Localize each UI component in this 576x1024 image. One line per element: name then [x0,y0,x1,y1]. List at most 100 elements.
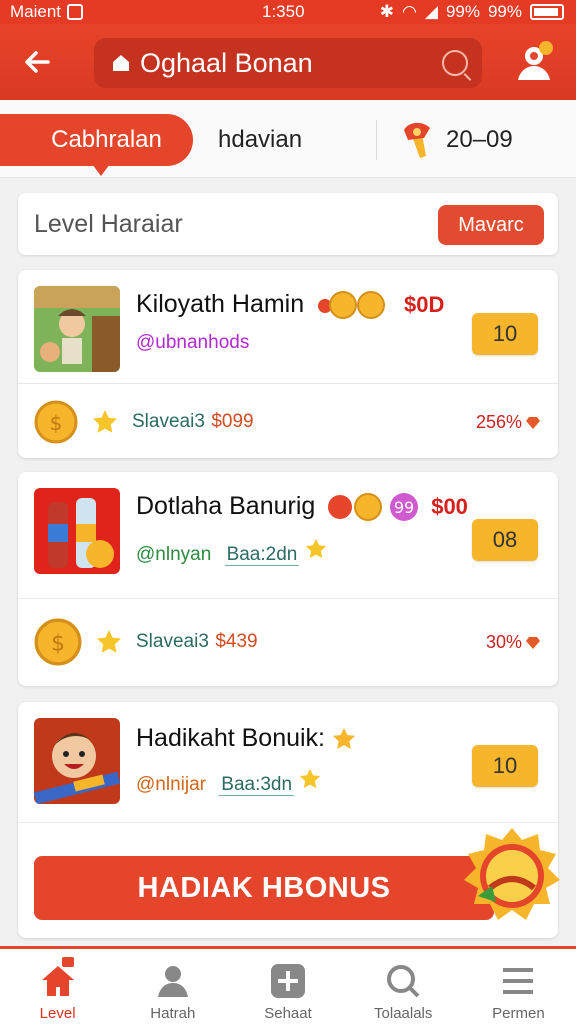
signal-percent: 99% [445,2,480,21]
back-button[interactable] [18,42,58,82]
star-icon [332,728,356,750]
search-icon[interactable] [442,50,468,76]
offer-handle-row: @nlnyan Baa:2dn [136,538,327,566]
coin-stack: 99 [328,492,420,522]
notification-dot [62,957,74,967]
offer-percent: 256% [476,412,540,433]
user-icon [157,966,188,997]
offer-thumbnail [34,718,120,804]
tab-divider [376,120,377,160]
offer-handle: @nlnyan [136,544,212,565]
tab-bar: Cabhralan hdavian 20–09 [0,100,576,178]
status-icons: ✱ ◠ ◢ 99% 99% [380,2,564,22]
coin-icon: $ [34,618,82,666]
score-value: 20–09 [446,126,513,153]
page-title: Oghaal Bonan [140,47,313,78]
offer-card[interactable]: Dotlaha Banurig 99 $00 @nlnyan Baa:2dn 0… [18,472,558,686]
tab-indicator [92,164,110,176]
tab-cabhralan[interactable]: Cabhralan [0,114,193,166]
coin-icon [318,291,386,320]
coin-icon: 99 [328,493,419,522]
gem-icon [526,636,540,649]
nav-sehaat[interactable]: Sehaat [230,949,345,1024]
footer-label: Slaveai3 [132,411,205,432]
star-icon [305,538,326,559]
offer-tag: Baa:2dn [224,544,300,566]
nav-tolaalals[interactable]: Tolaalals [346,949,461,1024]
offer-title: Hadikaht Bonuik: [136,724,326,752]
offer-title: Kiloyath Hamin [136,290,305,318]
search-bar[interactable]: Oghaal Bonan [94,38,482,88]
offer-handle-row: @nlnijar Baa:3dn [136,768,321,796]
level-bar: Level Haraiar Mavarc [18,193,558,255]
level-action-button[interactable]: Mavarc [438,205,544,245]
profile-icon[interactable] [510,38,558,86]
tab-hdavian[interactable]: hdavian [218,126,302,154]
battery-icon [530,4,564,20]
menu-icon [503,968,534,994]
nav-hatrah[interactable]: Hatrah [115,949,230,1024]
nav-permen[interactable]: Permen [461,949,576,1024]
offer-thumbnail [34,286,120,372]
offer-title: Dotlaha Banurig [136,492,316,520]
cellular-icon: ◢ [424,2,438,21]
coin-icon: $ [34,400,78,444]
offer-thumbnail [34,488,120,574]
battery-percent: 99% [487,2,522,21]
plus-icon [271,964,305,998]
offer-title-row: Hadikaht Bonuik: [136,724,356,753]
star-icon [93,410,117,433]
offer-badge[interactable]: 10 [472,745,538,787]
back-arrow-icon [25,51,50,73]
level-label: Level Haraiar [34,210,183,238]
card-divider [18,383,558,384]
bottom-nav: Level Hatrah Sehaat Tolaalals Permen [0,946,576,1024]
score-display: 20–09 [400,120,513,160]
offer-badge[interactable]: 10 [472,313,538,355]
star-icon [97,630,121,653]
carrier-name: Maient [10,2,62,21]
gem-icon [526,416,540,429]
svg-text:$: $ [51,632,65,657]
nav-label: Tolaalals [374,1005,433,1022]
footer-label: Slaveai3 [136,631,209,652]
nav-label: Level [39,1005,76,1022]
search-icon [387,965,420,998]
home-icon [41,966,74,996]
coin-stack [317,290,393,320]
nav-label: Permen [492,1005,545,1022]
footer-amount: $439 [215,631,258,652]
card-divider [18,598,558,599]
card-divider [18,822,558,823]
nav-label: Hatrah [150,1005,196,1022]
offer-price: $0D [404,292,445,318]
percent-value: 30% [485,632,522,652]
torch-icon [404,122,430,158]
bluetooth-icon: ✱ [379,2,395,21]
offer-card[interactable]: Kiloyath Hamin $0D @ubnanhods 10 $ Slave… [18,270,558,458]
offer-price: $00 [431,494,468,520]
svg-text:$: $ [50,411,63,435]
star-icon [300,768,321,789]
status-bar: Maient 1:350 ✱ ◠ ◢ 99% 99% [0,0,576,24]
nav-label: Sehaat [264,1005,312,1022]
sim-icon [67,4,84,20]
offer-handle: @ubnanhods [136,332,250,353]
tab-label: Cabhralan [51,126,162,153]
offer-footer: $ Slaveai3 $439 [34,618,258,666]
offer-percent: 30% [486,632,540,653]
offer-title-row: Dotlaha Banurig 99 $00 [136,492,468,522]
svg-text:99: 99 [394,498,414,517]
offer-footer: $ Slaveai3 $099 [34,400,254,444]
offer-badge[interactable]: 08 [472,519,538,561]
home-icon [113,55,129,71]
offer-tag: Baa:3dn [219,774,295,796]
nav-level[interactable]: Level [0,949,115,1024]
bonus-seal-icon[interactable] [460,826,564,926]
app-header: Oghaal Bonan [0,24,576,100]
offer-handle: @nlnijar [136,774,206,795]
footer-amount: $099 [211,411,254,432]
claim-bonus-button[interactable]: HADIAK HBONUS [34,856,494,920]
offer-title-row: Kiloyath Hamin $0D [136,290,444,320]
wifi-icon: ◠ [402,2,417,21]
